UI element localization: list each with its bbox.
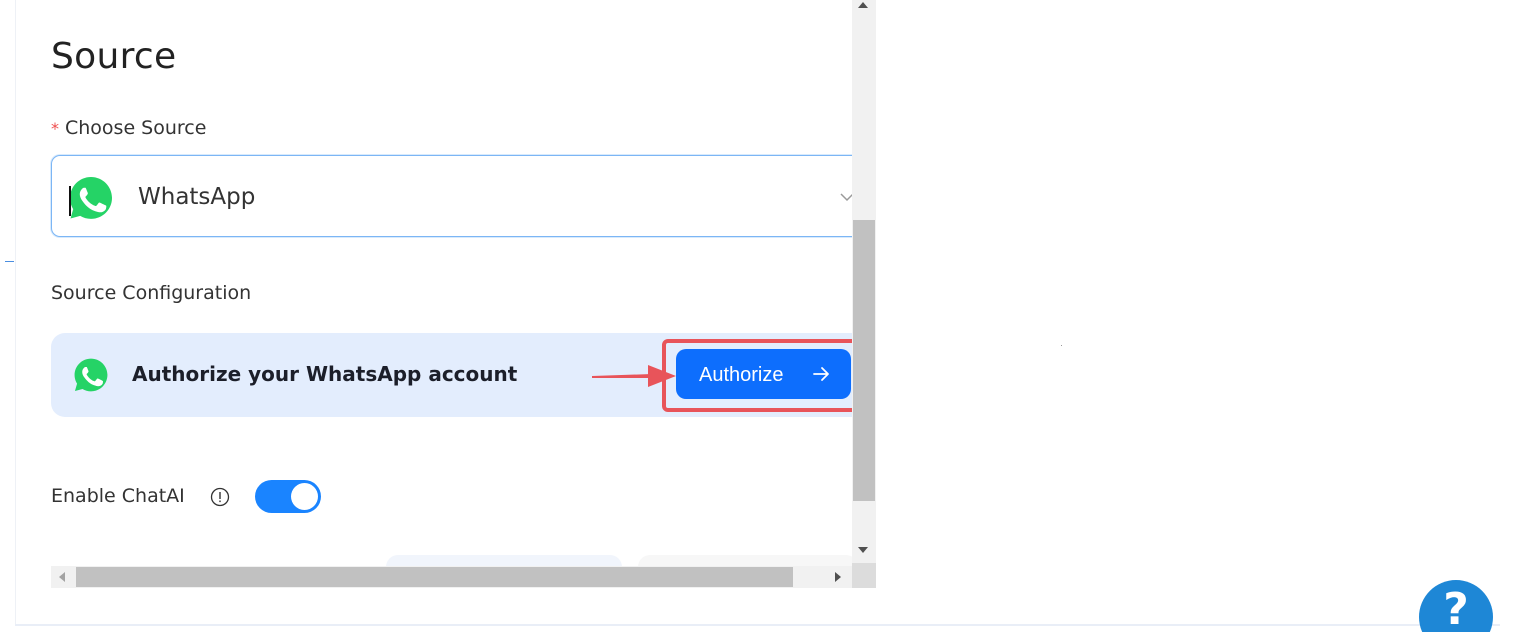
page-border-bottom	[15, 624, 1500, 626]
source-select[interactable]: WhatsApp	[51, 155, 852, 237]
scroll-up-arrow-icon[interactable]	[858, 2, 868, 8]
choose-source-label-text: Choose Source	[65, 117, 207, 139]
info-icon[interactable]	[210, 487, 230, 507]
scrollbar-corner	[852, 563, 876, 588]
text-cursor	[69, 186, 71, 216]
scroll-down-arrow-icon[interactable]	[858, 547, 868, 553]
source-select-value: WhatsApp	[138, 184, 256, 210]
chevron-down-icon[interactable]	[840, 190, 852, 204]
authorize-button-label: Authorize	[699, 364, 784, 386]
whatsapp-icon	[74, 358, 108, 392]
authorize-banner-text: Authorize your WhatsApp account	[132, 362, 518, 386]
whatsapp-icon	[70, 177, 112, 219]
help-button[interactable]: ?	[1419, 580, 1493, 632]
enable-chatai-toggle[interactable]	[255, 480, 321, 513]
required-mark: *	[51, 119, 59, 138]
enable-chatai-label: Enable ChatAI	[51, 485, 185, 507]
source-configuration-label: Source Configuration	[51, 282, 252, 304]
help-icon: ?	[1443, 584, 1469, 632]
choose-source-label: * Choose Source	[51, 117, 206, 139]
scroll-left-arrow-icon[interactable]	[59, 572, 65, 582]
vertical-scrollbar[interactable]	[852, 0, 876, 563]
toggle-knob	[291, 483, 318, 510]
page-title: Source	[51, 36, 177, 77]
vertical-scrollbar-thumb[interactable]	[853, 220, 875, 501]
background-divider	[5, 261, 14, 262]
scroll-right-arrow-icon[interactable]	[835, 572, 841, 582]
background-artifact	[1061, 345, 1062, 346]
page: Source * Choose Source WhatsApp Source Co…	[0, 0, 1523, 632]
authorize-button[interactable]: Authorize	[676, 349, 851, 399]
horizontal-scrollbar-thumb[interactable]	[76, 567, 793, 587]
horizontal-scrollbar[interactable]	[51, 566, 852, 588]
arrow-right-icon	[813, 367, 829, 381]
source-panel: Source * Choose Source WhatsApp Source Co…	[16, 0, 852, 590]
